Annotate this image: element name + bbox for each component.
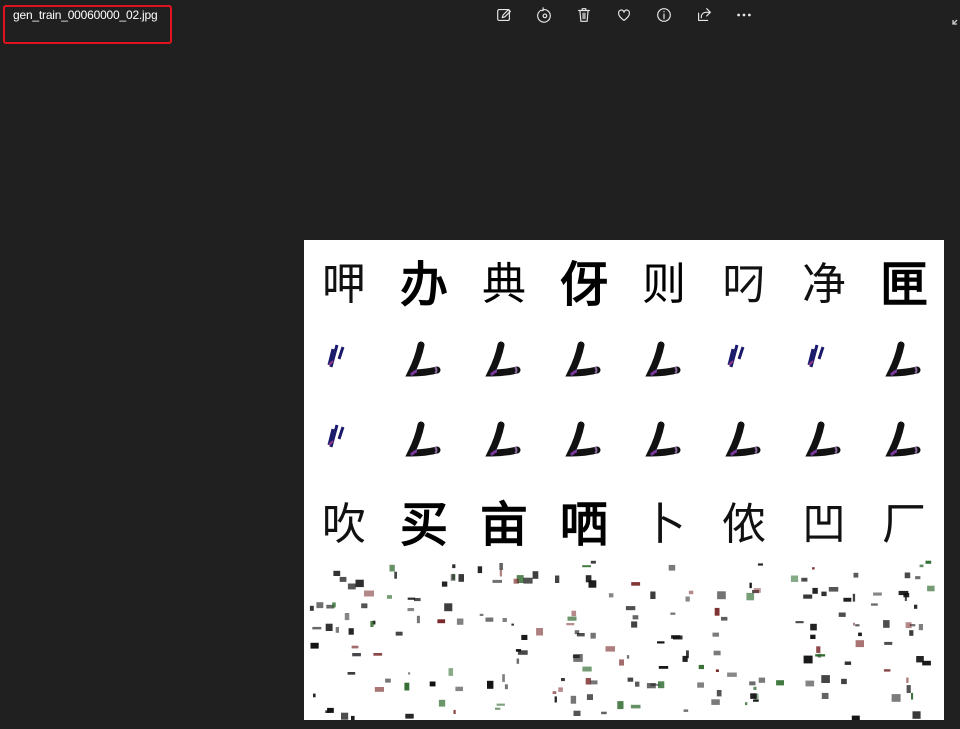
more-options-icon[interactable]: [732, 3, 756, 27]
glyph-cell: 办: [399, 257, 448, 313]
noise-cell: [304, 640, 384, 720]
glyph-cell: 凹: [802, 499, 846, 550]
generated-stroke-cell: [704, 400, 784, 480]
glyph-cell: 伢: [559, 257, 608, 313]
glyph-cell: 侬: [722, 499, 766, 550]
share-icon[interactable]: [692, 3, 716, 27]
noise-cell: [864, 560, 944, 640]
noise-cell: [304, 560, 384, 640]
noise-cell: [704, 560, 784, 640]
noise-cell: [464, 640, 544, 720]
noise-cell: [864, 640, 944, 720]
rotate-icon[interactable]: [532, 3, 556, 27]
noise-cell: [704, 640, 784, 720]
glyph-cell: 吹: [322, 499, 366, 550]
noise-cell: [384, 560, 464, 640]
generated-stroke-cell: [544, 320, 624, 400]
generated-stroke-cell: [464, 400, 544, 480]
glyph-cell: 则: [642, 259, 686, 310]
glyph-cell: 卜: [642, 499, 686, 550]
generated-glyph-grid: 呷办典伢则叼净匣吹买亩哂卜侬凹厂: [304, 240, 944, 720]
noise-cell: [784, 560, 864, 640]
generated-stroke-cell: [304, 400, 384, 480]
generated-stroke-cell: [784, 320, 864, 400]
photo-toolbar: [0, 0, 960, 30]
glyph-cell: 买: [399, 497, 448, 553]
noise-cell: [544, 640, 624, 720]
noise-cell: [624, 560, 704, 640]
favorite-heart-icon[interactable]: [612, 3, 636, 27]
generated-stroke-cell: [384, 400, 464, 480]
info-icon[interactable]: [652, 3, 676, 27]
glyph-cell: 叼: [722, 259, 766, 310]
noise-cell: [544, 560, 624, 640]
glyph-cell: 呷: [322, 259, 366, 310]
glyph-cell: 净: [802, 259, 846, 310]
glyph-cell: 哂: [559, 497, 608, 553]
noise-cell: [384, 640, 464, 720]
delete-icon[interactable]: [572, 3, 596, 27]
noise-cell: [784, 640, 864, 720]
generated-stroke-cell: [304, 320, 384, 400]
generated-stroke-cell: [384, 320, 464, 400]
generated-stroke-cell: [624, 320, 704, 400]
glyph-cell: 匣: [879, 257, 928, 313]
glyph-cell: 亩: [479, 497, 528, 553]
generated-stroke-cell: [704, 320, 784, 400]
minimize-view-icon[interactable]: [952, 10, 960, 25]
noise-cell: [464, 560, 544, 640]
generated-stroke-cell: [464, 320, 544, 400]
generated-stroke-cell: [864, 320, 944, 400]
glyph-cell: 典: [482, 259, 526, 310]
displayed-image: 呷办典伢则叼净匣吹买亩哂卜侬凹厂: [304, 240, 944, 720]
glyph-cell: 厂: [882, 499, 926, 550]
generated-stroke-cell: [784, 400, 864, 480]
edit-image-icon[interactable]: [492, 3, 516, 27]
generated-stroke-cell: [864, 400, 944, 480]
generated-stroke-cell: [624, 400, 704, 480]
generated-stroke-cell: [544, 400, 624, 480]
noise-cell: [624, 640, 704, 720]
